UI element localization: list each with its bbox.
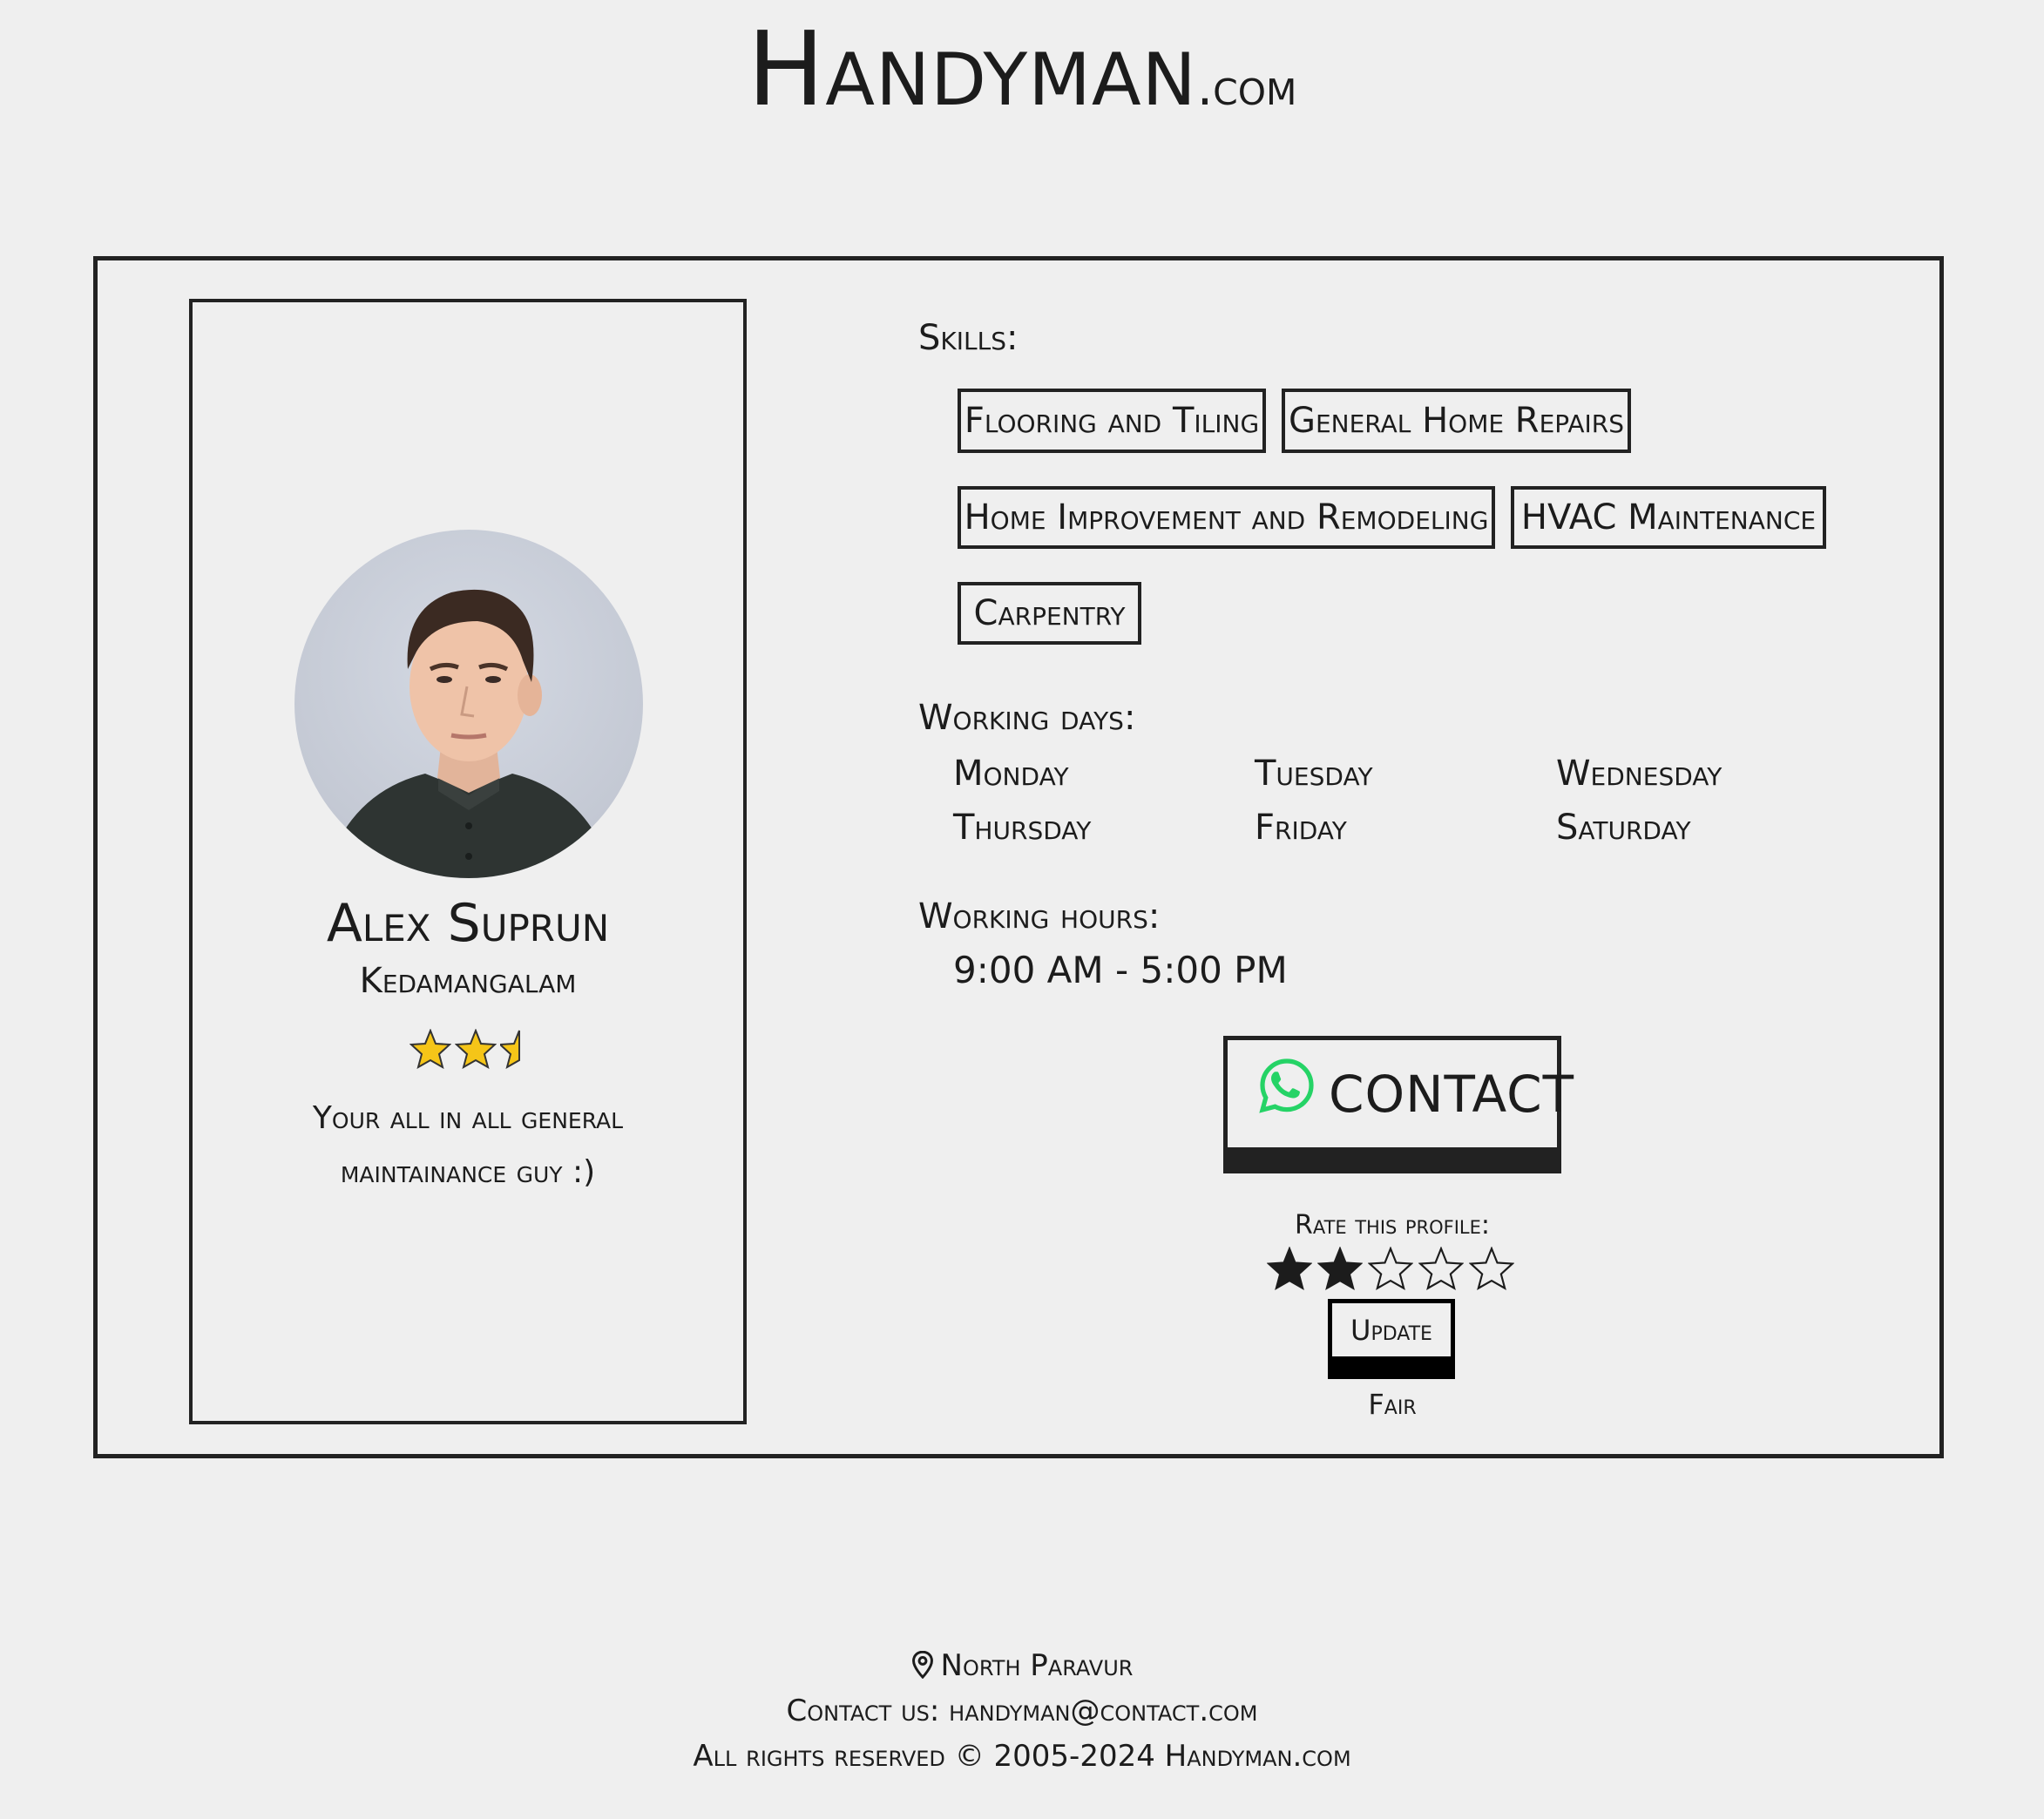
star-rate-2-icon[interactable] <box>1317 1247 1363 1290</box>
working-day: Tuesday <box>1255 754 1373 794</box>
brand-name: Handyman <box>747 9 1197 129</box>
skills-label: Skills: <box>918 318 1019 358</box>
star-rate-1-icon[interactable] <box>1267 1247 1312 1290</box>
star-full-icon <box>455 1029 497 1069</box>
contact-label: CONTACT <box>1329 1065 1575 1124</box>
working-hours-value: 9:00 AM - 5:00 PM <box>953 949 1288 991</box>
skill-chip: Flooring and Tiling <box>958 389 1266 453</box>
working-day: Thursday <box>953 808 1092 848</box>
average-rating <box>193 1029 743 1069</box>
footer-rights: All rights reserved © 2005-2024 Handyman… <box>693 1739 1351 1774</box>
working-days-label: Working days: <box>918 698 1136 738</box>
profile-location: Kedamangalam <box>359 961 577 1001</box>
contact-button[interactable]: CONTACT <box>1223 1036 1574 1173</box>
brand-tld: .com <box>1196 57 1297 117</box>
working-day: Monday <box>953 754 1069 794</box>
avatar-portrait <box>329 589 608 878</box>
star-rate-3-icon[interactable] <box>1368 1247 1413 1290</box>
skill-chip: Home Improvement and Remodeling <box>958 486 1495 549</box>
working-day: Saturday <box>1556 808 1691 848</box>
profile-card: Alex Suprun Kedamangalam Your all in all… <box>93 256 1944 1458</box>
rate-profile-label: Rate this profile: <box>1294 1210 1491 1241</box>
rating-result-text: Fair <box>1368 1388 1417 1421</box>
whatsapp-icon <box>1259 1058 1314 1113</box>
skill-chip: HVAC Maintenance <box>1511 486 1826 549</box>
profile-name: Alex Suprun <box>326 893 610 954</box>
star-half-icon <box>500 1030 520 1069</box>
map-pin-icon <box>911 1651 933 1679</box>
skill-chip: General Home Repairs <box>1282 389 1631 453</box>
star-full-icon <box>409 1029 451 1069</box>
working-hours-label: Working hours: <box>918 896 1161 937</box>
rate-stars[interactable] <box>1267 1247 1514 1290</box>
site-title: Handyman.com <box>0 17 2044 120</box>
profile-bio: Your all in all general maintainance guy… <box>312 1100 624 1190</box>
footer-contact: Contact us: handyman@contact.com <box>786 1694 1258 1728</box>
footer-location: North Paravur <box>0 1648 2044 1683</box>
working-day: Wednesday <box>1556 754 1723 794</box>
profile-summary-panel: Alex Suprun Kedamangalam Your all in all… <box>189 299 747 1424</box>
star-rate-4-icon[interactable] <box>1418 1247 1464 1290</box>
working-day: Friday <box>1255 808 1347 848</box>
star-rate-5-icon[interactable] <box>1469 1247 1514 1290</box>
footer-location-text: North Paravur <box>940 1648 1134 1683</box>
skill-chip: Carpentry <box>958 582 1141 645</box>
update-rating-button[interactable]: Update <box>1328 1299 1455 1379</box>
avatar <box>294 530 643 878</box>
